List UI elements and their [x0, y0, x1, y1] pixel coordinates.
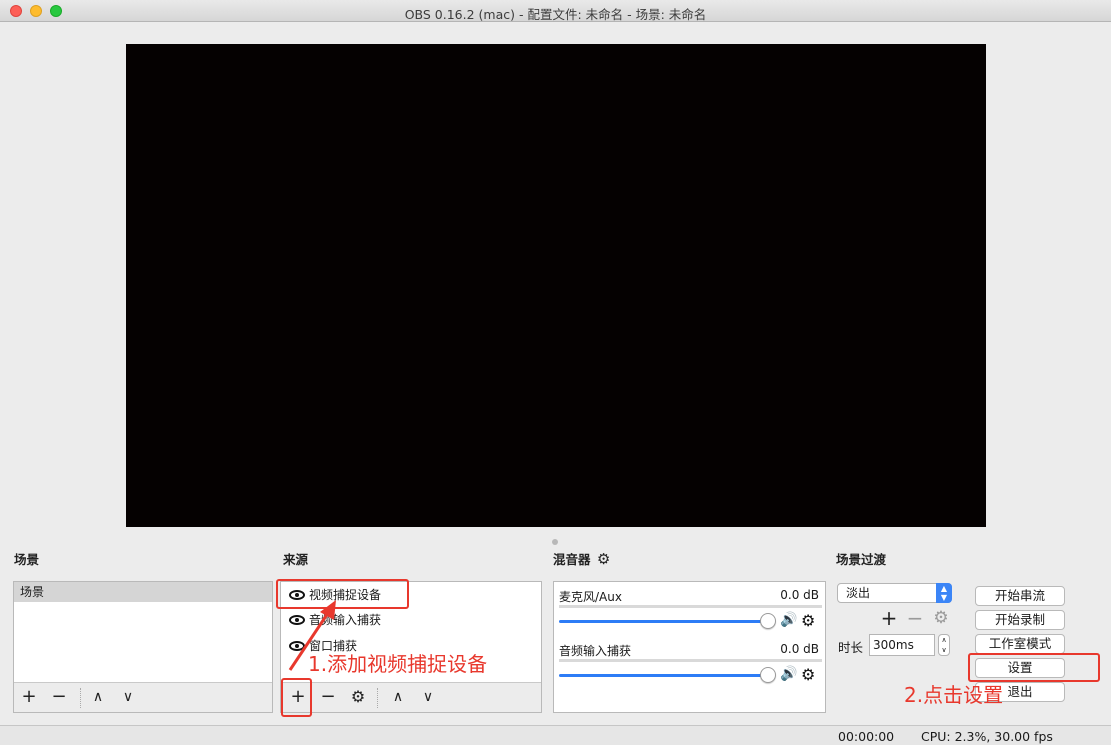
speaker-icon[interactable]: 🔊	[780, 666, 797, 682]
scenes-panel: 场景 + − ∧ ∨	[13, 581, 273, 713]
splitter-handle[interactable]	[552, 539, 558, 545]
move-source-down-button[interactable]: ∨	[417, 686, 439, 708]
annotation-highlight-settings	[968, 653, 1100, 682]
status-time: 00:00:00	[838, 729, 895, 744]
volume-meter	[559, 659, 822, 662]
transition-select-value: 淡出	[846, 586, 871, 600]
mixer-channel-name: 麦克风/Aux	[559, 590, 622, 604]
remove-scene-button[interactable]: −	[48, 686, 70, 708]
scene-item[interactable]: 场景	[14, 582, 272, 602]
annotation-highlight-add-button	[281, 678, 312, 717]
mixer-channel-level: 0.0 dB	[780, 588, 819, 602]
title-bar: OBS 0.16.2 (mac) - 配置文件: 未命名 - 场景: 未命名	[0, 0, 1111, 22]
mixer-title-label: 混音器	[553, 552, 591, 567]
add-scene-button[interactable]: +	[18, 686, 40, 708]
select-arrows-icon: ▲ ▼	[936, 583, 952, 603]
mixer-channel-name: 音频输入捕获	[559, 644, 632, 658]
annotation-step2-text: 2.点击设置	[904, 683, 1004, 707]
volume-slider-knob[interactable]	[760, 667, 776, 683]
duration-label: 时长	[838, 640, 864, 655]
annotation-step1-text: 1.添加视频捕捉设备	[308, 652, 488, 676]
sources-title: 来源	[283, 552, 309, 567]
move-scene-down-button[interactable]: ∨	[117, 686, 139, 708]
mixer-panel: 麦克风/Aux 0.0 dB 🔊 ⚙ 音频输入捕获 0.0 dB 🔊 ⚙	[553, 581, 826, 713]
remove-source-button[interactable]: −	[317, 686, 339, 708]
toolbar-separator	[377, 688, 378, 708]
channel-gear-icon[interactable]: ⚙	[801, 665, 815, 684]
volume-slider-knob[interactable]	[760, 613, 776, 629]
mixer-title: 混音器 ⚙	[553, 549, 610, 568]
start-streaming-button[interactable]: 开始串流	[975, 586, 1065, 606]
duration-stepper[interactable]: ∧ ∨	[938, 634, 950, 656]
studio-mode-button[interactable]: 工作室模式	[975, 634, 1065, 654]
transition-select[interactable]: 淡出 ▲ ▼	[837, 583, 952, 603]
transitions-title: 场景过渡	[836, 552, 887, 567]
preview-canvas[interactable]	[126, 44, 986, 527]
volume-slider-track[interactable]	[559, 620, 767, 623]
mixer-gear-icon[interactable]: ⚙	[597, 550, 610, 568]
mixer-channel-level: 0.0 dB	[780, 642, 819, 656]
source-properties-gear-icon[interactable]: ⚙	[347, 686, 369, 708]
volume-meter	[559, 605, 822, 608]
speaker-icon[interactable]: 🔊	[780, 612, 797, 628]
start-recording-button[interactable]: 开始录制	[975, 610, 1065, 630]
volume-slider-track[interactable]	[559, 674, 767, 677]
window-title: OBS 0.16.2 (mac) - 配置文件: 未命名 - 场景: 未命名	[404, 7, 707, 22]
move-scene-up-button[interactable]: ∧	[87, 686, 109, 708]
sources-toolbar: + − ⚙ ∧ ∨	[281, 682, 541, 712]
transition-properties-gear-icon[interactable]: ⚙	[930, 607, 952, 629]
duration-input[interactable]: 300ms	[869, 634, 935, 656]
status-bar: 00:00:00 CPU: 2.3%, 30.00 fps	[0, 725, 1111, 745]
move-source-up-button[interactable]: ∧	[387, 686, 409, 708]
scenes-toolbar: + − ∧ ∨	[14, 682, 272, 712]
preview-area	[13, 32, 1098, 538]
scenes-title: 场景	[14, 552, 40, 567]
add-transition-button[interactable]: +	[878, 607, 900, 629]
channel-gear-icon[interactable]: ⚙	[801, 611, 815, 630]
remove-transition-button[interactable]: −	[904, 607, 926, 629]
toolbar-separator	[80, 688, 81, 708]
status-cpu: CPU: 2.3%, 30.00 fps	[921, 729, 1053, 744]
